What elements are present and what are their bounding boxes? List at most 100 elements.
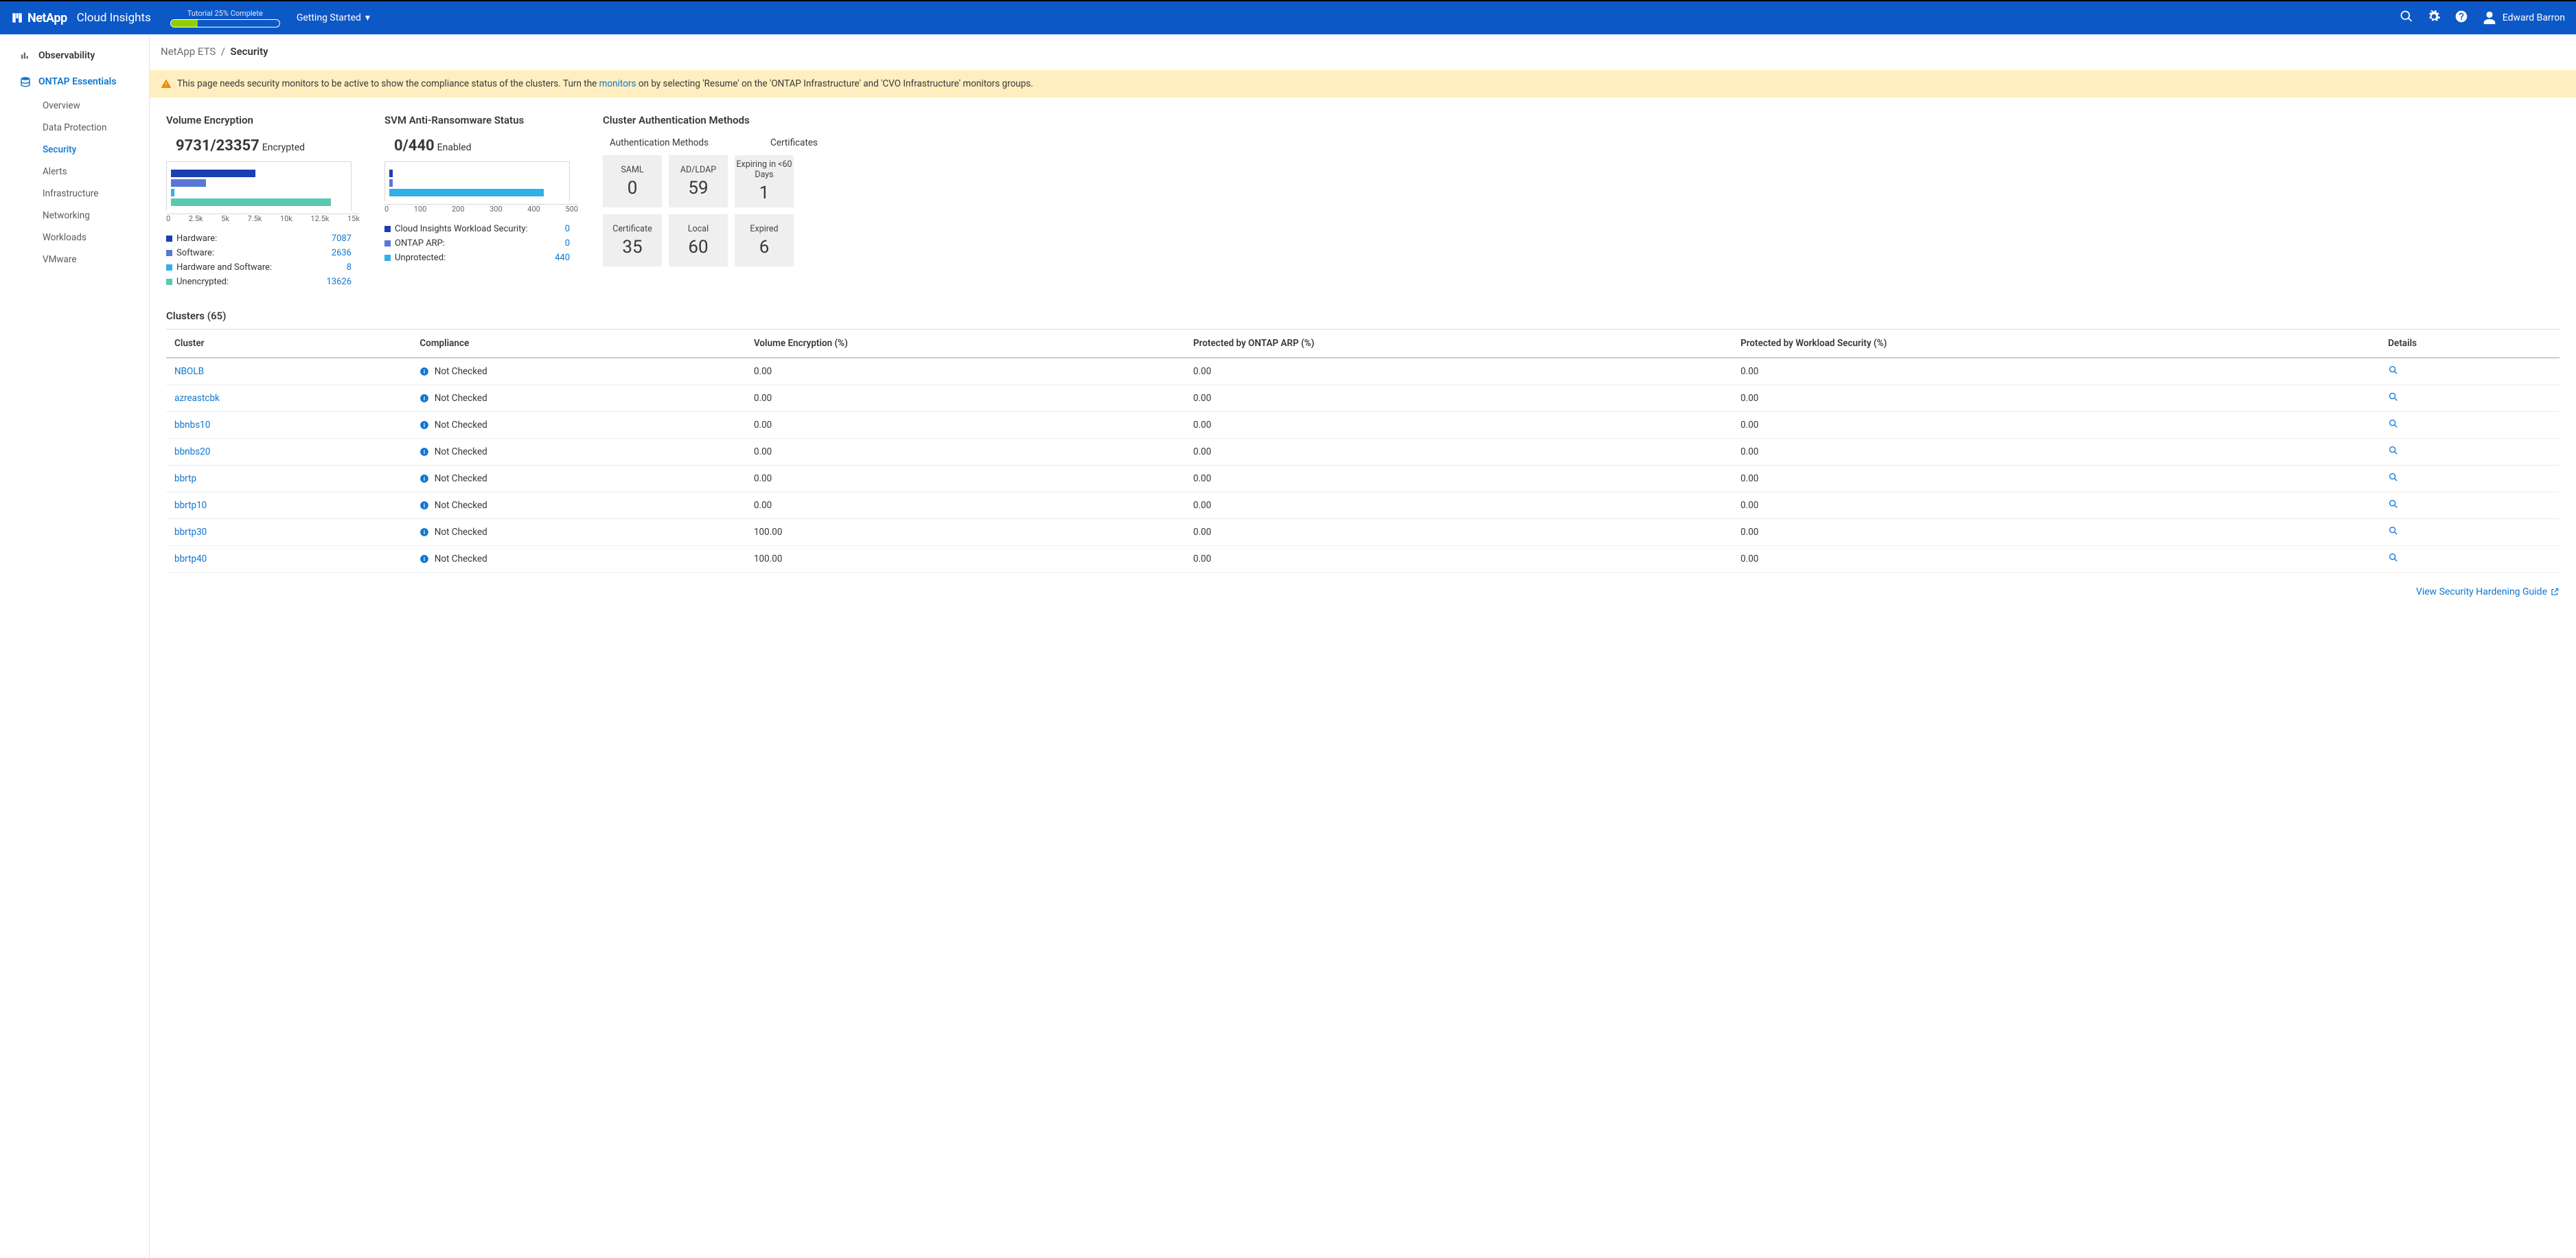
cluster-link[interactable]: bbnbs10 xyxy=(174,420,210,431)
table-row: bbnbs20i Not Checked0.000.000.00 xyxy=(166,439,2560,466)
cluster-link[interactable]: bbnbs20 xyxy=(174,446,210,457)
gear-icon[interactable] xyxy=(2427,10,2441,26)
security-guide-link[interactable]: View Security Hardening Guide xyxy=(2416,586,2560,597)
cell-workload-security: 0.00 xyxy=(1732,519,2380,546)
sidebar-item-security[interactable]: Security xyxy=(43,139,149,161)
details-magnify-icon[interactable] xyxy=(2388,501,2399,512)
cell-details xyxy=(2380,385,2560,412)
getting-started-menu[interactable]: Getting Started ▾ xyxy=(297,12,370,23)
legend-value[interactable]: 0 xyxy=(565,224,570,234)
sidebar-item-data-protection[interactable]: Data Protection xyxy=(43,117,149,139)
tile-label: AD/LDAP xyxy=(680,165,716,175)
legend-row[interactable]: Hardware and Software:8 xyxy=(166,260,352,275)
cell-volume-encryption: 0.00 xyxy=(746,439,1185,466)
cluster-link[interactable]: bbrtp10 xyxy=(174,500,207,511)
legend-value[interactable]: 8 xyxy=(347,262,352,273)
cluster-link[interactable]: bbrtp40 xyxy=(174,553,207,564)
auth-tile-certificate[interactable]: Certificate35 xyxy=(603,214,662,266)
sidebar-item-workloads[interactable]: Workloads xyxy=(43,227,149,249)
sidebar-item-infrastructure[interactable]: Infrastructure xyxy=(43,183,149,205)
svg-text:i: i xyxy=(424,368,425,375)
details-magnify-icon[interactable] xyxy=(2388,394,2399,405)
nav-ontap-essentials[interactable]: ONTAP Essentials xyxy=(0,69,149,95)
details-magnify-icon[interactable] xyxy=(2388,555,2399,566)
cell-compliance: i Not Checked xyxy=(411,358,746,385)
legend-value[interactable]: 2636 xyxy=(332,248,352,258)
svg-text:i: i xyxy=(424,422,425,428)
disk-stack-icon xyxy=(19,76,32,88)
tile-value: 0 xyxy=(628,178,638,198)
sidebar-item-vmware[interactable]: VMware xyxy=(43,249,149,271)
column-header[interactable]: Protected by ONTAP ARP (%) xyxy=(1185,330,1732,358)
panel-title: Volume Encryption xyxy=(166,114,360,126)
sidebar-item-networking[interactable]: Networking xyxy=(43,205,149,227)
table-row: bbrtp40i Not Checked100.000.000.00 xyxy=(166,546,2560,573)
chart-legend: Hardware:7087Software:2636Hardware and S… xyxy=(166,231,360,289)
column-header[interactable]: Compliance xyxy=(411,330,746,358)
info-icon: i xyxy=(419,447,429,457)
cell-details xyxy=(2380,412,2560,439)
cell-ontap-arp: 0.00 xyxy=(1185,546,1732,573)
auth-tile-expired[interactable]: Expired6 xyxy=(735,214,794,266)
panel-volume-encryption: Volume Encryption 9731/23357Encrypted 02… xyxy=(166,114,360,289)
legend-row[interactable]: Unprotected:440 xyxy=(384,251,570,265)
auth-tile-ad-ldap[interactable]: AD/LDAP 59 xyxy=(669,155,728,207)
cell-ontap-arp: 0.00 xyxy=(1185,412,1732,439)
column-header[interactable]: Volume Encryption (%) xyxy=(746,330,1185,358)
nav-observability[interactable]: Observability xyxy=(0,43,149,69)
banner-monitors-link[interactable]: monitors xyxy=(599,78,636,89)
help-icon[interactable] xyxy=(2454,10,2468,26)
column-header[interactable]: Details xyxy=(2380,330,2560,358)
clusters-table-section: Clusters (65) ClusterComplianceVolume En… xyxy=(150,296,2576,578)
details-magnify-icon[interactable] xyxy=(2388,528,2399,539)
axis-tick: 100 xyxy=(414,205,427,214)
legend-row[interactable]: Software:2636 xyxy=(166,246,352,260)
legend-value[interactable]: 0 xyxy=(565,238,570,249)
legend-swatch xyxy=(166,250,172,256)
cell-workload-security: 0.00 xyxy=(1732,358,2380,385)
sidebar-item-overview[interactable]: Overview xyxy=(43,95,149,117)
tile-label: Local xyxy=(688,224,709,234)
nav-label: ONTAP Essentials xyxy=(38,76,116,87)
auth-tile-saml[interactable]: SAML0 xyxy=(603,155,662,207)
volume-encryption-chart xyxy=(166,161,352,211)
details-magnify-icon[interactable] xyxy=(2388,474,2399,485)
legend-value[interactable]: 13626 xyxy=(326,277,352,287)
legend-row[interactable]: Unencrypted: 13626 xyxy=(166,275,352,289)
sidebar-item-alerts[interactable]: Alerts xyxy=(43,161,149,183)
cluster-link[interactable]: azreastcbk xyxy=(174,393,220,404)
search-icon[interactable] xyxy=(2400,10,2413,26)
cluster-link[interactable]: NBOLB xyxy=(174,366,204,377)
legend-row[interactable]: ONTAP ARP: 0 xyxy=(384,236,570,251)
breadcrumb-parent[interactable]: NetApp ETS xyxy=(161,45,216,58)
user-menu[interactable]: Edward Barron xyxy=(2482,10,2565,25)
auth-tile-expiring-in-60-days[interactable]: Expiring in <60 Days1 xyxy=(735,155,794,207)
cell-ontap-arp: 0.00 xyxy=(1185,439,1732,466)
cell-volume-encryption: 0.00 xyxy=(746,358,1185,385)
tile-label: Expired xyxy=(750,224,778,234)
cluster-link[interactable]: bbrtp xyxy=(174,473,196,484)
volume-encryption-stat: 9731/23357Encrypted xyxy=(176,137,360,155)
details-magnify-icon[interactable] xyxy=(2388,367,2399,378)
brand[interactable]: NetApp Cloud Insights xyxy=(11,11,151,25)
column-header[interactable]: Protected by Workload Security (%) xyxy=(1732,330,2380,358)
tile-label: Expiring in <60 Days xyxy=(735,159,794,180)
details-magnify-icon[interactable] xyxy=(2388,448,2399,459)
legend-row[interactable]: Cloud Insights Workload Security:0 xyxy=(384,222,570,236)
info-icon: i xyxy=(419,367,429,376)
auth-tile-local[interactable]: Local60 xyxy=(669,214,728,266)
legend-value[interactable]: 7087 xyxy=(332,233,352,244)
legend-label: Unencrypted: xyxy=(176,277,229,287)
progress-bar xyxy=(170,19,280,27)
tutorial-progress[interactable]: Tutorial 25% Complete xyxy=(170,9,280,27)
cluster-link[interactable]: bbrtp30 xyxy=(174,527,207,538)
legend-value[interactable]: 440 xyxy=(555,253,570,263)
axis-tick: 2.5k xyxy=(189,214,203,223)
details-magnify-icon[interactable] xyxy=(2388,421,2399,432)
legend-row[interactable]: Hardware:7087 xyxy=(166,231,352,246)
panel-cluster-auth: Cluster Authentication Methods Authentic… xyxy=(603,114,818,289)
tile-value: 59 xyxy=(688,178,708,198)
legend-label: ONTAP ARP: xyxy=(395,238,445,249)
table-row: bbrtp30i Not Checked100.000.000.00 xyxy=(166,519,2560,546)
column-header[interactable]: Cluster xyxy=(166,330,411,358)
